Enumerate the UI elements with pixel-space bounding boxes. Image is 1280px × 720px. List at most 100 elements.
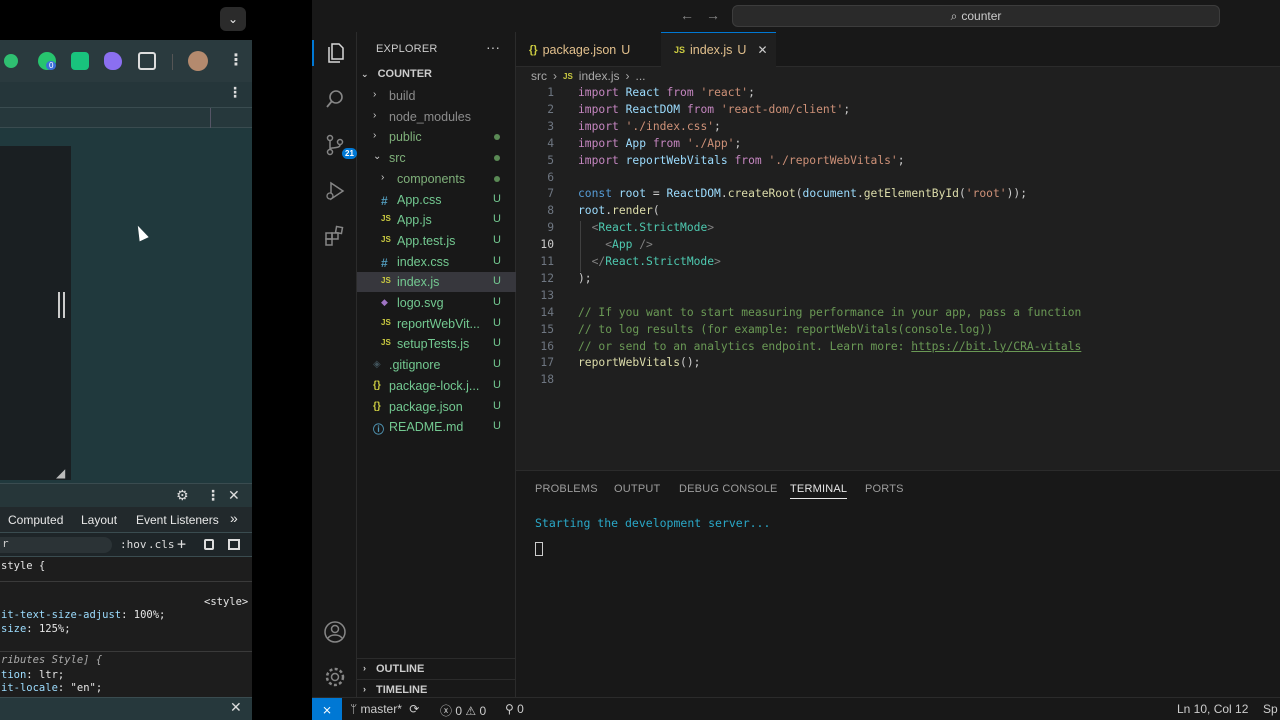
indent-guide xyxy=(580,221,581,272)
devtools-toolbar-menu-icon[interactable]: ⋮ xyxy=(228,84,242,101)
style-value: : "en"; xyxy=(57,682,103,694)
more-actions-icon[interactable]: ··· xyxy=(486,39,500,55)
paint-icon[interactable] xyxy=(204,539,214,550)
search-icon: ⌕ xyxy=(950,8,958,23)
search-icon[interactable] xyxy=(322,86,348,112)
purple-cloud-icon[interactable] xyxy=(104,52,122,70)
manage-gear-icon[interactable] xyxy=(322,664,348,690)
problems-status[interactable]: ⓧ 0 ⚠ 0 xyxy=(440,702,486,719)
extensions-icon[interactable] xyxy=(322,223,348,249)
json-file-icon: {} xyxy=(373,400,381,412)
command-center-label: counter xyxy=(961,9,1002,23)
style-rule-selector: style { xyxy=(1,560,46,572)
puzzle-icon[interactable] xyxy=(138,52,156,70)
green-eye-icon[interactable] xyxy=(4,54,18,68)
cls-toggle[interactable]: .cls xyxy=(148,538,175,551)
new-rule-button[interactable]: + xyxy=(177,535,186,553)
terminal-cursor[interactable] xyxy=(535,542,543,556)
git-status-badge: U xyxy=(493,316,501,329)
tree-item[interactable]: {} package-lock.j... U xyxy=(357,376,516,396)
code-text: // If you want to start measuring perfor… xyxy=(578,305,1082,319)
breadcrumb-symbol[interactable]: ... xyxy=(635,69,645,83)
tree-item[interactable]: JS setupTests.js U xyxy=(357,334,516,354)
close-icon[interactable]: ✕ xyxy=(757,43,767,57)
tree-item[interactable]: JS App.test.js U xyxy=(357,231,516,251)
style-value: : 100%; xyxy=(121,609,166,621)
extension-badge: 0 xyxy=(46,61,57,70)
tree-item[interactable]: › components xyxy=(357,169,516,189)
command-center[interactable]: ⌕ counter xyxy=(732,5,1220,27)
line-number: 15 xyxy=(540,322,554,336)
tab-ports[interactable]: PORTS xyxy=(865,483,904,495)
source-control-icon[interactable]: 21 xyxy=(322,132,357,159)
tab-search-dropdown[interactable]: ⌄ xyxy=(220,7,246,31)
ports-status[interactable]: ⚲ 0 xyxy=(505,702,524,716)
tab-computed[interactable]: Computed xyxy=(8,513,63,527)
account-icon[interactable] xyxy=(322,619,348,645)
tree-item-label: setupTests.js xyxy=(397,337,470,352)
json-file-icon: {} xyxy=(529,43,538,56)
styles-filter-row: r :hov .cls + xyxy=(0,533,252,557)
tab-event-listeners[interactable]: Event Listeners xyxy=(136,513,219,527)
line-number: 11 xyxy=(540,255,554,268)
corner-resize-icon[interactable]: ◢ xyxy=(56,466,65,480)
cursor-position[interactable]: Ln 10, Col 12 xyxy=(1177,702,1248,716)
tab-debug-console[interactable]: DEBUG CONSOLE xyxy=(679,483,778,495)
forward-arrow-icon[interactable]: → xyxy=(706,7,720,23)
code-line: 10 <App /> xyxy=(516,238,1280,255)
devtools-menu-icon[interactable]: ⋮ xyxy=(206,487,220,504)
tab-output[interactable]: OUTPUT xyxy=(614,483,660,495)
viewport-resize-handle[interactable] xyxy=(58,292,65,318)
ports-count: 0 xyxy=(517,702,524,716)
page-viewport[interactable]: ◢ xyxy=(0,128,252,483)
tab-index-js[interactable]: JS index.js U ✕ xyxy=(661,32,776,67)
style-source-link[interactable]: <style> xyxy=(204,596,248,608)
styles-filter-input[interactable]: r xyxy=(0,537,112,553)
line-number: 13 xyxy=(540,288,554,302)
more-tabs-icon[interactable]: » xyxy=(230,510,238,526)
code-text: <App /> xyxy=(605,238,653,252)
tree-item[interactable]: JS reportWebVit... U xyxy=(357,314,516,334)
breadcrumb-file[interactable]: index.js xyxy=(579,69,620,83)
tree-item[interactable]: ◈ .gitignore U xyxy=(357,355,516,375)
gear-icon[interactable]: ⚙ xyxy=(176,487,189,504)
workspace-folder[interactable]: ⌄ COUNTER xyxy=(361,68,432,80)
grammar-extension-icon[interactable]: 0 xyxy=(38,52,57,70)
tree-item[interactable]: # App.css U xyxy=(357,190,516,210)
browser-menu-icon[interactable]: ⋮ xyxy=(228,50,244,70)
indentation-status[interactable]: Sp xyxy=(1263,702,1278,716)
drawer-close-icon[interactable]: ✕ xyxy=(230,699,242,716)
tree-item[interactable]: ◆ logo.svg U xyxy=(357,293,516,313)
breadcrumb-folder[interactable]: src xyxy=(531,69,547,83)
hov-toggle[interactable]: :hov xyxy=(120,538,147,551)
tree-item[interactable]: ⓘ README.md U xyxy=(357,417,516,437)
branch-status[interactable]: ᛘ master* ⟳ xyxy=(350,702,419,716)
code-text: const root = ReactDOM.createRoot(documen… xyxy=(578,187,1027,201)
tree-item[interactable]: › node_modules xyxy=(357,107,516,127)
chatgpt-extension-icon[interactable] xyxy=(71,52,89,70)
tree-item[interactable]: JS index.js U xyxy=(357,272,516,293)
sidebar-toggle-icon[interactable] xyxy=(228,539,240,550)
back-arrow-icon[interactable]: ← xyxy=(680,7,694,23)
avatar[interactable] xyxy=(188,51,208,71)
tree-item-label: README.md xyxy=(389,420,464,435)
tree-item[interactable]: {} package.json U xyxy=(357,397,516,417)
style-property: tion xyxy=(1,669,27,681)
tree-item[interactable]: › public xyxy=(357,127,516,147)
tab-package-json[interactable]: {} package.json U xyxy=(516,32,661,67)
explorer-icon[interactable] xyxy=(312,40,357,66)
tab-problems[interactable]: PROBLEMS xyxy=(535,483,598,495)
run-debug-icon[interactable] xyxy=(322,178,348,204)
outline-section[interactable]: › OUTLINE xyxy=(357,658,516,680)
tree-item[interactable]: JS App.js U xyxy=(357,210,516,230)
tree-item[interactable]: ⌄ src xyxy=(357,148,516,168)
vscode-window: ← → ⌕ counter 21 EXPLORER ··· ⌄ COUNTER … xyxy=(312,0,1280,720)
remote-indicator[interactable]: ⨯ xyxy=(312,698,342,720)
tab-layout[interactable]: Layout xyxy=(81,513,117,527)
tab-terminal[interactable]: TERMINAL xyxy=(790,483,848,499)
tree-item[interactable]: # index.css U xyxy=(357,252,516,272)
toolbar-divider xyxy=(172,54,173,70)
chevron-down-icon: ⌄ xyxy=(361,69,369,79)
tree-item[interactable]: › build xyxy=(357,86,516,106)
close-icon[interactable]: ✕ xyxy=(228,487,240,504)
